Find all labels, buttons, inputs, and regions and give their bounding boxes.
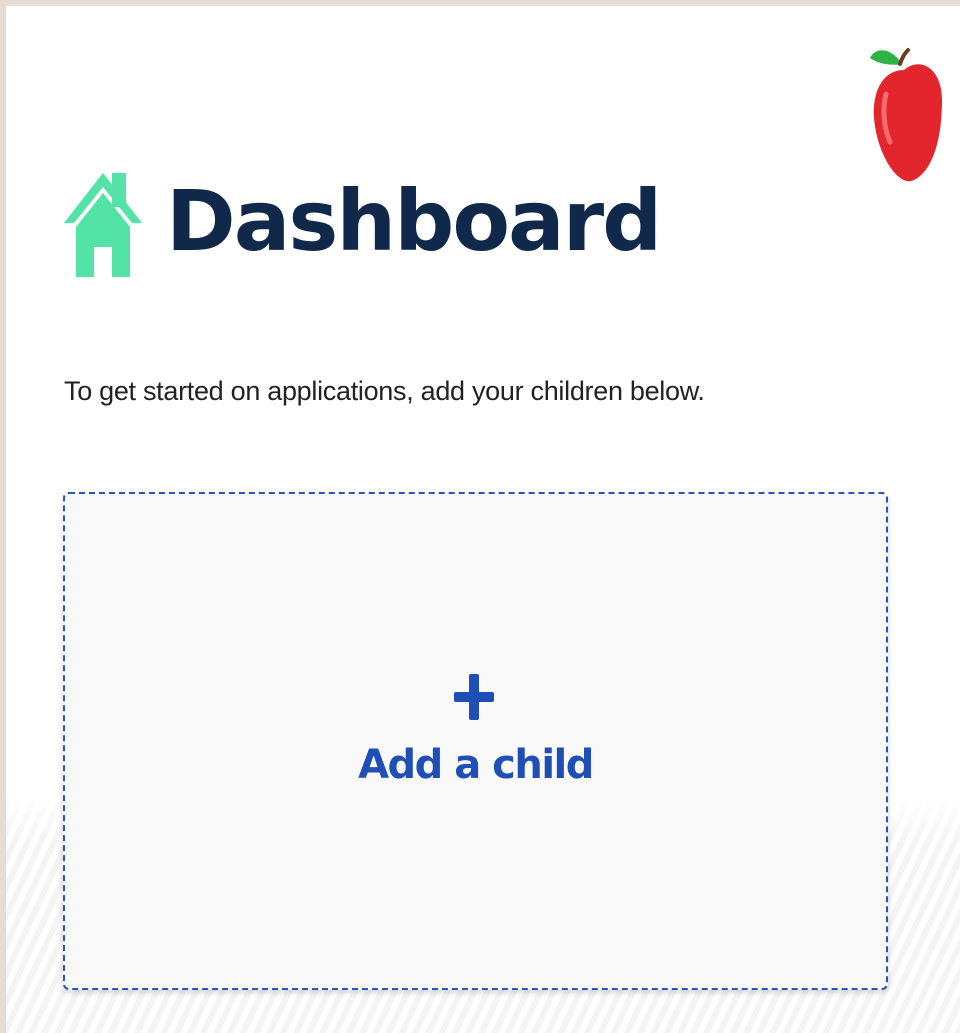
page-header: Dashboard <box>62 156 662 286</box>
page-title: Dashboard <box>166 172 662 270</box>
plus-icon <box>454 674 494 720</box>
intro-text: To get started on applications, add your… <box>64 376 705 406</box>
home-icon <box>64 173 142 277</box>
apple-icon <box>870 48 942 182</box>
dashboard-page: Dashboard To get started on applications… <box>6 6 960 1033</box>
add-child-button[interactable]: Add a child <box>63 492 888 990</box>
add-child-label: Add a child <box>358 742 594 788</box>
